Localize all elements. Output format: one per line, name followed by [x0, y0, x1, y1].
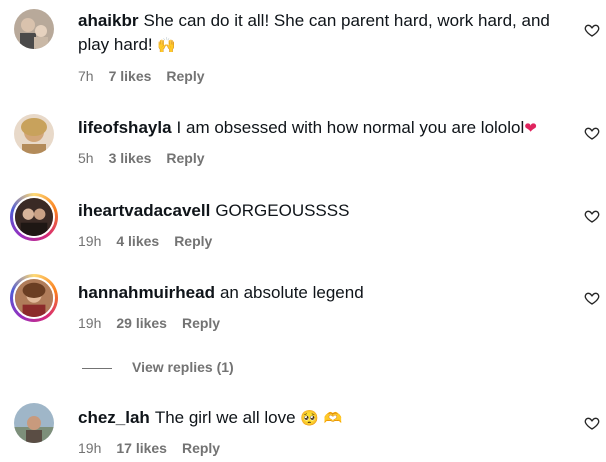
avatar[interactable]: [14, 114, 54, 154]
heart-outline-icon[interactable]: [584, 290, 600, 306]
comment-text: chez_lah The girl we all love 🥺 🫶: [78, 406, 568, 430]
heart-outline-icon[interactable]: [584, 22, 600, 38]
comment-likes[interactable]: 29 likes: [116, 315, 167, 331]
heart-outline-icon[interactable]: [584, 125, 600, 141]
reply-button[interactable]: Reply: [182, 315, 220, 331]
pleading-face-heart-hands-emoji: 🥺 🫶: [300, 409, 343, 427]
comment-time: 7h: [78, 68, 94, 84]
story-ring: [13, 277, 55, 319]
comment-text: hannahmuirhead an absolute legend: [78, 281, 568, 305]
comment-meta: 19h 29 likes Reply: [78, 313, 235, 333]
reply-button[interactable]: Reply: [182, 440, 220, 456]
heart-outline-icon[interactable]: [584, 208, 600, 224]
heart-outline-icon[interactable]: [584, 415, 600, 431]
comment-text: ahaikbr She can do it all! She can parent…: [78, 9, 568, 57]
comment-body: I am obsessed with how normal you are lo…: [176, 118, 525, 137]
comment-time: 5h: [78, 150, 94, 166]
comment-likes[interactable]: 7 likes: [109, 68, 152, 84]
comment-meta: 19h 17 likes Reply: [78, 438, 235, 458]
red-heart-emoji: ❤: [524, 119, 537, 137]
view-replies-label[interactable]: View replies (1): [132, 359, 234, 375]
comment-body: She can do it all! She can parent hard, …: [78, 11, 550, 54]
comment-time: 19h: [78, 315, 102, 331]
comment-username[interactable]: lifeofshayla: [78, 118, 172, 137]
avatar[interactable]: [14, 403, 54, 443]
avatar[interactable]: [10, 193, 58, 241]
avatar[interactable]: [14, 9, 54, 49]
reply-button[interactable]: Reply: [174, 233, 212, 249]
comment-text: iheartvadacavell GORGEOUSSSS: [78, 199, 568, 223]
comment-body: The girl we all love: [154, 408, 296, 427]
comment-time: 19h: [78, 440, 102, 456]
comment-time: 19h: [78, 233, 102, 249]
reply-button[interactable]: Reply: [166, 150, 204, 166]
view-replies-divider: [82, 367, 112, 369]
comment-username[interactable]: ahaikbr: [78, 11, 138, 30]
reply-button[interactable]: Reply: [166, 68, 204, 84]
comment-meta: 7h 7 likes Reply: [78, 66, 220, 86]
comment-body: GORGEOUSSSS: [215, 201, 350, 220]
story-ring: [13, 196, 55, 238]
comment-username[interactable]: chez_lah: [78, 408, 150, 427]
comment-text: lifeofshayla I am obsessed with how norma…: [78, 116, 568, 140]
raised-hands-emoji: 🙌: [157, 36, 177, 54]
comment-likes[interactable]: 4 likes: [116, 233, 159, 249]
comment-meta: 19h 4 likes Reply: [78, 231, 227, 251]
comment-username[interactable]: iheartvadacavell: [78, 201, 210, 220]
comment-body: an absolute legend: [219, 283, 364, 302]
avatar[interactable]: [10, 274, 58, 322]
comment-likes[interactable]: 17 likes: [116, 440, 167, 456]
view-replies-button[interactable]: View replies (1): [82, 357, 234, 377]
comment-likes[interactable]: 3 likes: [109, 150, 152, 166]
comment-meta: 5h 3 likes Reply: [78, 148, 220, 168]
comment-username[interactable]: hannahmuirhead: [78, 283, 215, 302]
